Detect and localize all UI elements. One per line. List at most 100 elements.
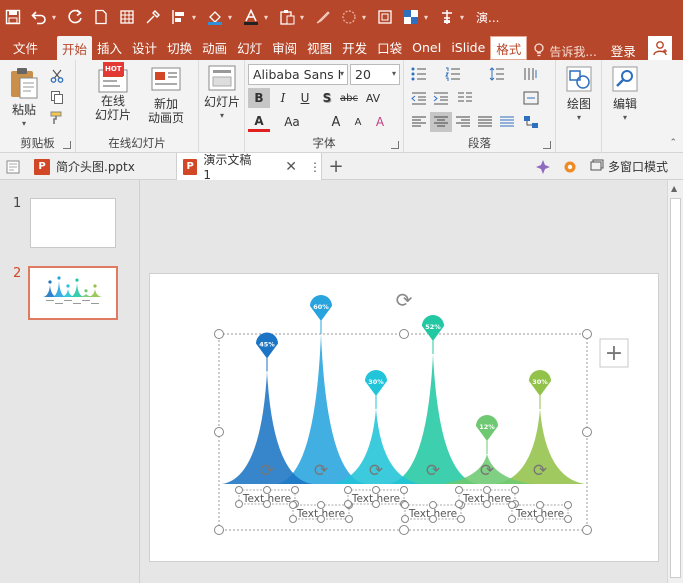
rotate-handle-icon[interactable]: ⟳: [396, 288, 413, 312]
tab-onekey[interactable]: OneI: [407, 34, 446, 60]
fill-icon[interactable]: [202, 0, 228, 34]
vertical-scrollbar[interactable]: ▲: [667, 180, 683, 583]
text-box-handle[interactable]: [263, 486, 271, 494]
align-right-icon[interactable]: [452, 112, 474, 132]
tab-file[interactable]: 文件: [8, 34, 43, 60]
tab-design[interactable]: 设计: [127, 34, 162, 60]
align-center-icon[interactable]: [430, 112, 452, 132]
text-box-handle[interactable]: [372, 500, 380, 508]
font-launcher-icon[interactable]: [391, 141, 399, 149]
text-box-handle[interactable]: [429, 501, 437, 509]
new-tab-button[interactable]: +: [326, 153, 346, 180]
slide-thumbnail-2[interactable]: [28, 266, 118, 320]
clipboard-launcher-icon[interactable]: [63, 141, 71, 149]
underline-button[interactable]: U: [294, 88, 316, 108]
color-icon[interactable]: [398, 0, 424, 34]
resize-handle[interactable]: [399, 329, 409, 339]
font-name-select[interactable]: Alibaba Sans I ▾: [248, 64, 348, 85]
brush-icon[interactable]: [310, 0, 336, 34]
paragraph-launcher-icon[interactable]: [543, 141, 551, 149]
scroll-thumb[interactable]: [670, 198, 681, 578]
tab-view[interactable]: 视图: [302, 34, 337, 60]
convert-smartart-icon[interactable]: [520, 112, 542, 132]
text-box-handle[interactable]: [263, 500, 271, 508]
italic-button[interactable]: I: [272, 88, 294, 108]
fill-dropdown-icon[interactable]: ▾: [228, 13, 238, 22]
tab-format[interactable]: 格式: [490, 36, 528, 60]
text-box-handle[interactable]: [508, 515, 516, 523]
tab-animations[interactable]: 动画: [197, 34, 232, 60]
text-box-handle[interactable]: [536, 515, 544, 523]
settings-icon[interactable]: [560, 153, 580, 180]
clear-format-button[interactable]: A: [369, 112, 391, 132]
doc-tab-inactive[interactable]: P 简介头图.pptx: [34, 153, 174, 180]
resize-handle[interactable]: [214, 525, 224, 535]
paste-button[interactable]: 粘贴 ▾: [6, 66, 42, 131]
tab-transitions[interactable]: 切换: [162, 34, 197, 60]
justify-icon[interactable]: [474, 112, 496, 132]
bullets-icon[interactable]: [408, 64, 430, 84]
grow-font-button[interactable]: A: [325, 112, 347, 132]
align-text-icon[interactable]: [520, 88, 542, 108]
text-box-handle[interactable]: [344, 486, 352, 494]
change-case-button[interactable]: Aa: [281, 112, 303, 132]
text-box-handle[interactable]: [401, 515, 409, 523]
resize-handle[interactable]: [582, 427, 592, 437]
tab-developer[interactable]: 开发: [337, 34, 372, 60]
new-animation-button[interactable]: 新加 动画页: [140, 64, 192, 125]
close-icon[interactable]: ✕: [285, 159, 297, 175]
tab-home[interactable]: 开始: [57, 36, 93, 60]
more-icon[interactable]: ▾: [460, 13, 470, 22]
text-box-handle[interactable]: [345, 515, 353, 523]
peak-rotate-icon[interactable]: ⟳: [533, 461, 547, 481]
tab-pocket[interactable]: 口袋: [372, 34, 407, 60]
peak-rotate-icon[interactable]: ⟳: [480, 461, 494, 481]
shape-dropdown-icon[interactable]: ▾: [362, 13, 372, 22]
text-box-handle[interactable]: [235, 500, 243, 508]
text-box-handle[interactable]: [317, 515, 325, 523]
text-box-handle[interactable]: [400, 486, 408, 494]
text-box-handle[interactable]: [455, 486, 463, 494]
shape-icon[interactable]: [336, 0, 362, 34]
undo-icon[interactable]: [26, 0, 52, 34]
text-box-handle[interactable]: [564, 501, 572, 509]
copy-icon[interactable]: [46, 87, 68, 107]
resize-handle[interactable]: [214, 427, 224, 437]
font-color-icon[interactable]: [238, 0, 264, 34]
text-direction-icon[interactable]: [520, 64, 542, 84]
resize-handle[interactable]: [214, 329, 224, 339]
bold-button[interactable]: B: [248, 88, 270, 108]
crop-icon[interactable]: [372, 0, 398, 34]
text-box-handle[interactable]: [483, 500, 491, 508]
multi-window-button[interactable]: 多窗口模式: [590, 153, 682, 180]
peak-rotate-icon[interactable]: ⟳: [314, 461, 328, 481]
scroll-up-icon[interactable]: ▲: [671, 184, 677, 193]
cut-icon[interactable]: [46, 66, 68, 86]
save-icon[interactable]: [0, 0, 26, 34]
drawing-button[interactable]: 绘图 ▾: [559, 64, 599, 125]
distribute-icon[interactable]: [434, 0, 460, 34]
text-box-handle[interactable]: [372, 486, 380, 494]
font-color-dropdown-icon[interactable]: ▾: [264, 13, 274, 22]
slide-button[interactable]: 幻灯片 ▾: [202, 64, 242, 123]
text-box-handle[interactable]: [317, 501, 325, 509]
tab-islide[interactable]: iSlide: [446, 34, 490, 60]
paste-icon[interactable]: [274, 0, 300, 34]
text-box-handle[interactable]: [291, 486, 299, 494]
text-box-handle[interactable]: [564, 515, 572, 523]
account-icon[interactable]: [647, 36, 672, 60]
more-options-icon[interactable]: ⋮: [309, 160, 321, 174]
color-dropdown-icon[interactable]: ▾: [424, 13, 434, 22]
chart[interactable]: ⟳45%⟳60%⟳30%⟳52%⟳12%⟳30%⟳Text hereText h…: [150, 274, 658, 561]
tab-slideshow[interactable]: 幻灯: [232, 34, 267, 60]
tab-review[interactable]: 审阅: [267, 34, 302, 60]
table-icon[interactable]: [114, 0, 140, 34]
text-box-handle[interactable]: [289, 515, 297, 523]
resize-handle[interactable]: [582, 329, 592, 339]
magic-icon[interactable]: [532, 153, 554, 180]
new-icon[interactable]: [88, 0, 114, 34]
redo-icon[interactable]: [62, 0, 88, 34]
text-box-handle[interactable]: [536, 501, 544, 509]
peak-rotate-icon[interactable]: ⟳: [426, 461, 440, 481]
decrease-indent-icon[interactable]: [408, 88, 430, 108]
